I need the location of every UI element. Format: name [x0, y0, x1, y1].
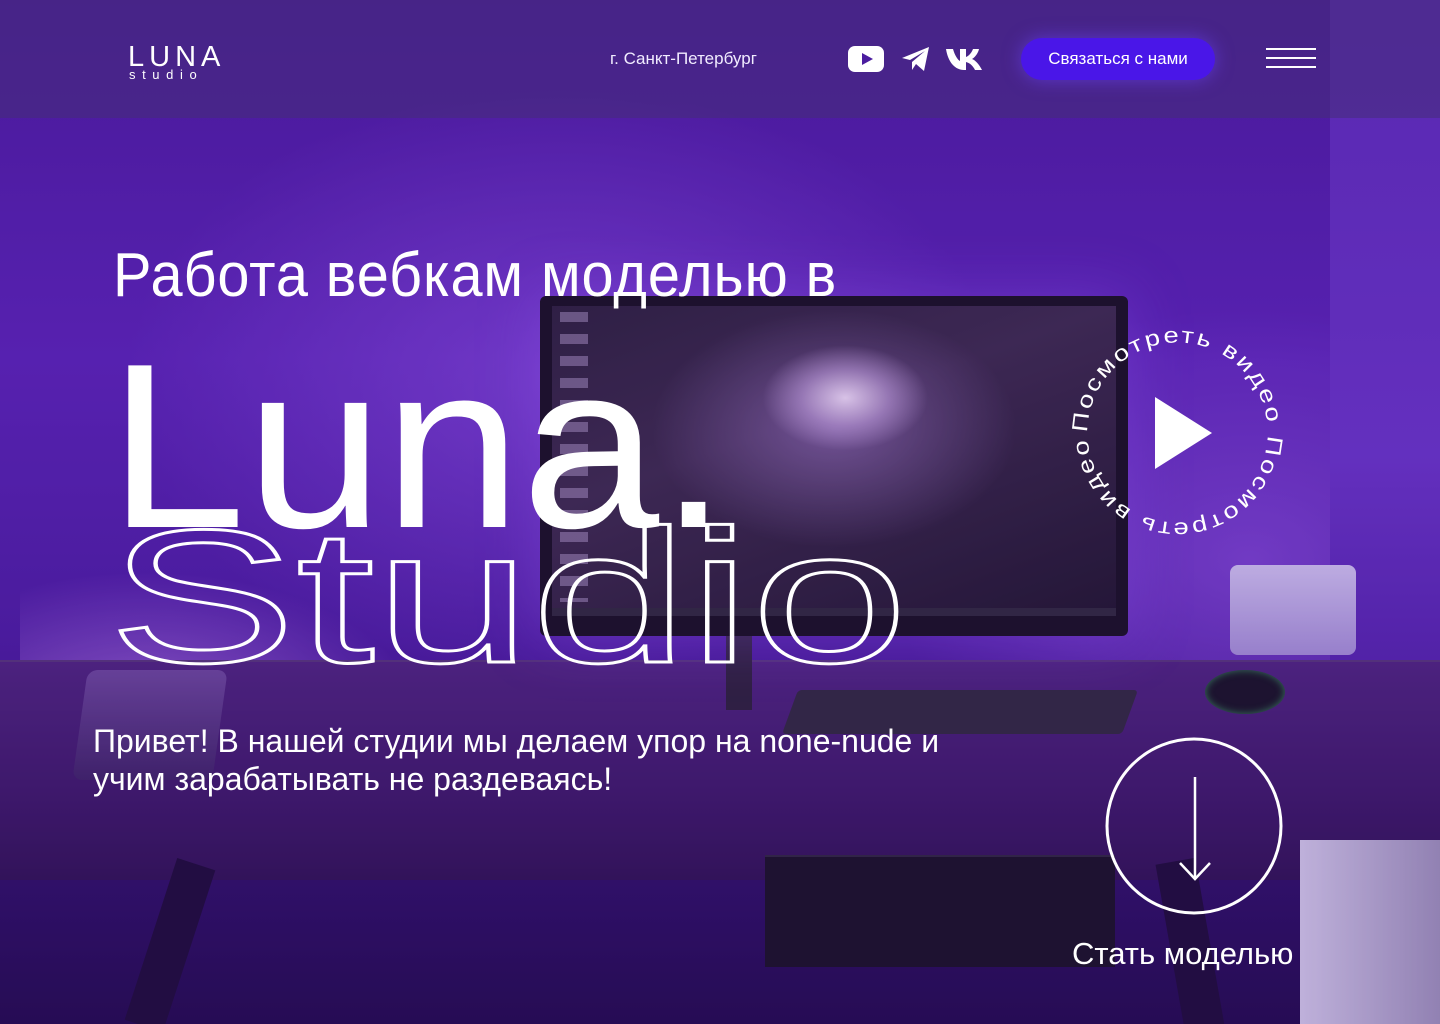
become-model-label[interactable]: Стать моделью — [1072, 934, 1322, 974]
hero-title-line2: Studio — [108, 491, 908, 682]
logo-sub-text: studio — [129, 67, 204, 82]
watch-video-button[interactable]: Посмотреть видео Посмотреть видео — [1067, 322, 1286, 542]
hamburger-menu-icon[interactable] — [1266, 48, 1316, 70]
hero-title: Luna. Studio — [108, 322, 910, 682]
city-label: г. Санкт-Петербург — [610, 49, 757, 68]
logo[interactable]: LUNA studio — [128, 42, 240, 84]
youtube-icon — [848, 46, 884, 72]
hero-subtitle: Работа вебкам моделью в — [113, 241, 838, 310]
site-header: LUNA studio г. Санкт-Петербург Связаться… — [0, 0, 1440, 118]
hero-description: Привет! В нашей студии мы делаем упор на… — [93, 723, 940, 797]
vk-link[interactable] — [946, 44, 984, 74]
youtube-link[interactable] — [848, 44, 884, 74]
play-icon — [1155, 397, 1212, 469]
telegram-icon — [902, 47, 929, 71]
vk-icon — [946, 49, 982, 70]
watch-video-circle: Посмотреть видео Посмотреть видео — [1067, 322, 1286, 542]
become-model-button[interactable] — [1105, 737, 1283, 915]
arrow-down-icon — [1105, 737, 1283, 915]
telegram-link[interactable] — [900, 44, 932, 74]
contact-us-button[interactable]: Связаться с нами — [1021, 38, 1215, 80]
